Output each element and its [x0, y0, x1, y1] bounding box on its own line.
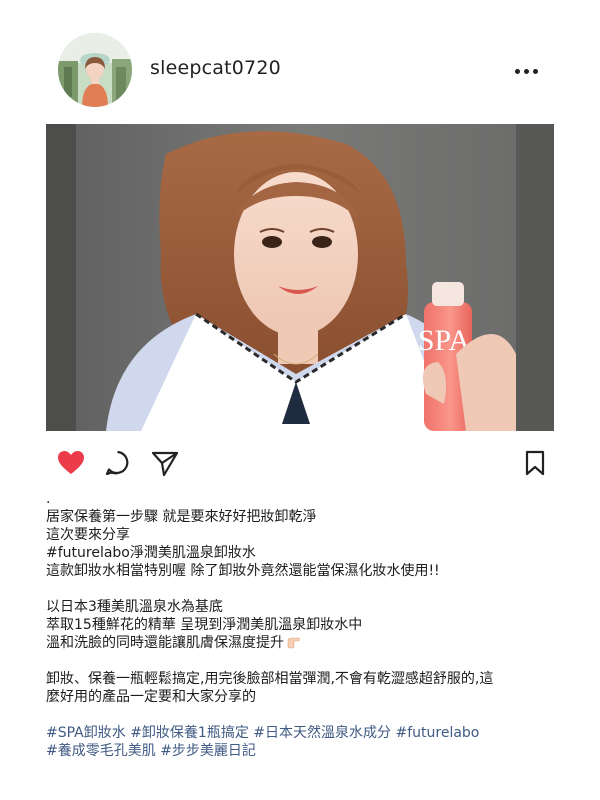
avatar[interactable]: [58, 33, 132, 107]
pointing-hand-emoji-icon: [286, 635, 300, 649]
hashtag-link[interactable]: #日本天然溫泉水成分: [253, 725, 391, 741]
hashtag-row: #SPA卸妝水 #卸妝保養1瓶搞定 #日本天然溫泉水成分 #futurelabo: [46, 724, 561, 742]
hashtag-link[interactable]: #養成零毛孔美肌: [46, 743, 156, 759]
more-dot: [524, 69, 529, 74]
comment-icon[interactable]: [103, 448, 133, 478]
hashtag-link[interactable]: #卸妝保養1瓶搞定: [130, 725, 249, 741]
caption-line: 這款卸妝水相當特別喔 除了卸妝外竟然還能當保濕化妝水使用!!: [46, 563, 440, 579]
caption-line: 卸妝、保養一瓶輕鬆搞定,用完後臉部相當彈潤,不會有乾澀感超舒服的,這: [46, 671, 494, 687]
caption-line: 這次要來分享: [46, 527, 130, 543]
caption-line-text: 溫和洗臉的同時還能讓肌膚保濕度提升: [46, 635, 284, 651]
more-dot: [533, 69, 538, 74]
more-dot: [515, 69, 520, 74]
caption-line: 以日本3種美肌溫泉水為基底: [46, 599, 223, 615]
caption-dot: .: [46, 491, 51, 507]
more-dots-icon[interactable]: [514, 60, 540, 84]
hashtag-row: #養成零毛孔美肌 #步步美麗日記: [46, 742, 561, 760]
hashtag-link[interactable]: #SPA卸妝水: [46, 725, 126, 741]
caption-line: 麼好用的產品一定要和大家分享的: [46, 689, 256, 705]
hashtag-link[interactable]: #futurelabo: [395, 725, 479, 741]
hashtag-link[interactable]: #步步美麗日記: [160, 743, 256, 759]
paper-plane-icon[interactable]: [150, 448, 180, 478]
username[interactable]: sleepcat0720: [150, 56, 281, 80]
heart-icon[interactable]: [56, 448, 86, 478]
caption-line-with-emoji: 溫和洗臉的同時還能讓肌膚保濕度提升: [46, 634, 561, 652]
bookmark-icon[interactable]: [520, 448, 550, 478]
post-photo[interactable]: SPA: [46, 124, 554, 431]
post-header: sleepcat0720: [0, 0, 600, 120]
caption-line: 萃取15種鮮花的精華 呈現到淨潤美肌溫泉卸妝水中: [46, 617, 363, 633]
caption-line: 居家保養第一步驟 就是要來好好把妝卸乾淨: [46, 509, 317, 525]
post-actions: [0, 444, 600, 486]
caption-line: #futurelabo淨潤美肌溫泉卸妝水: [46, 545, 256, 561]
post-caption: . 居家保養第一步驟 就是要來好好把妝卸乾淨 這次要來分享 #futurelab…: [46, 491, 561, 760]
